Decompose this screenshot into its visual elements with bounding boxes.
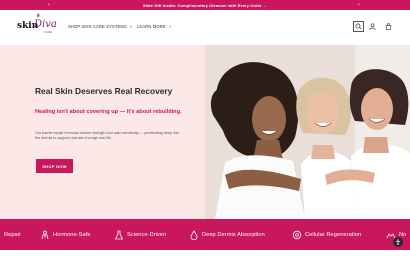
features-marquee: Repair Hormone-Safe Science-Driven Deep … [0,219,410,250]
drop-icon [190,229,198,240]
feature-label: Hormone-Safe [53,231,91,238]
hero-title: Real Skin Deserves Real Recovery [35,86,173,96]
announcement-next-arrow[interactable]: › [358,0,360,10]
account-button[interactable] [368,21,377,31]
hero-photo-illustration [205,45,410,219]
logo-word-diva: Diva [34,19,57,30]
nav-label: LEARN MORE [137,24,166,29]
nav-learn-more[interactable]: LEARN MORE ˅ [137,24,171,29]
chevron-down-icon: ˅ [168,24,172,29]
feature-label: Deep Dermis Absorption [202,231,265,238]
person-icon [41,230,49,239]
accessibility-button[interactable] [393,237,403,247]
shop-now-button[interactable]: SHOP NOW [36,159,73,173]
chevron-down-icon: ˅ [129,24,133,29]
page-bottom-strip [0,250,410,256]
feature-label: Repair [4,231,22,238]
logo-word-care: CARE [44,31,53,34]
hero-description: Our barrier-repair formulas restore stre… [35,131,179,141]
cart-icon [385,22,392,30]
search-icon [355,23,362,30]
hero-subtitle: Healing isn't about covering up — it's a… [35,109,182,115]
announcement-text[interactable]: Slide Gift Inside: Complimentary Cleanse… [143,3,267,8]
hero-image [205,45,410,219]
feature-item: Cellular Regeneration [292,219,361,250]
search-button[interactable] [353,21,364,32]
nav-shop-skin-care-systems[interactable]: SHOP SKIN CARE SYSTEMS ˅ [68,24,132,29]
site-header [0,10,410,45]
brand-logo[interactable]: ♛ skin Diva CARE [17,13,57,36]
account-icon [369,22,376,30]
feature-item: Deep Dermis Absorption [189,219,265,250]
feature-item: Repair [4,219,21,250]
feature-label: Science-Driven [127,231,167,238]
feature-item: Science-Driven [114,219,166,250]
flask-icon [114,230,124,239]
announcement-bar: ‹ Slide Gift Inside: Complimentary Clean… [0,0,410,10]
accessibility-icon [395,239,401,245]
announcement-prev-arrow[interactable]: ‹ [48,0,50,10]
cell-icon [292,230,302,239]
cart-button[interactable] [384,21,393,31]
feature-label: Cellular Regeneration [305,231,362,238]
feature-item: Hormone-Safe [40,219,91,250]
nav-label: SHOP SKIN CARE SYSTEMS [68,24,127,29]
